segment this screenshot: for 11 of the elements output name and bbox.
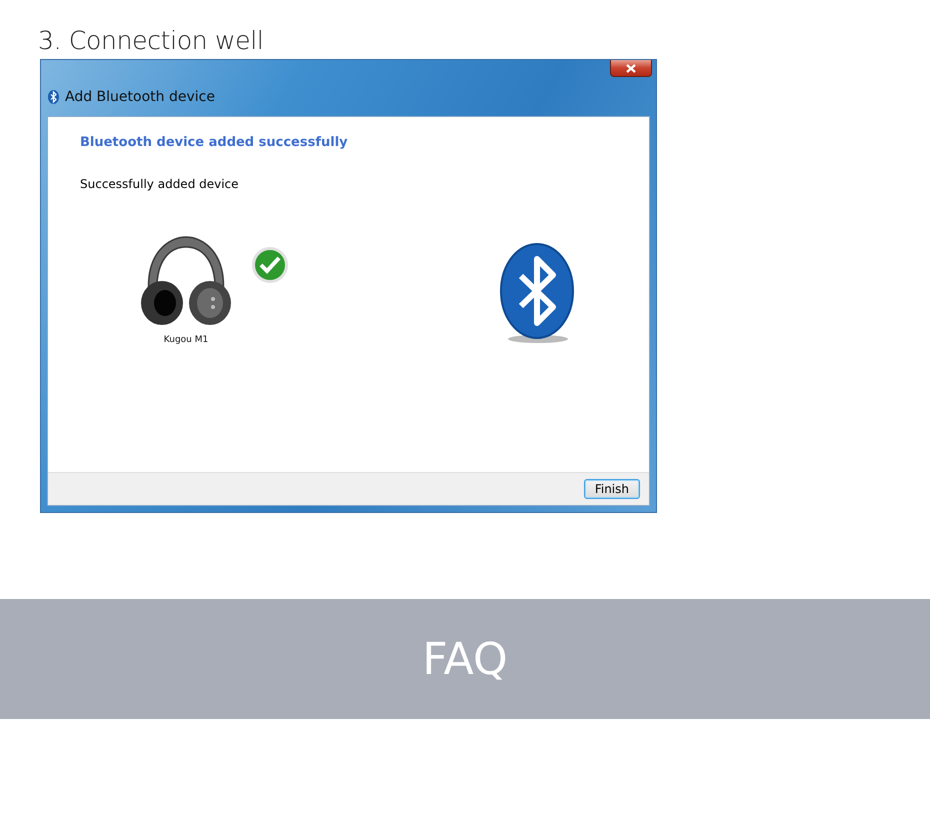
bluetooth-logo-icon [499, 243, 577, 345]
device-name: Kugou M1 [164, 335, 208, 345]
banner-title: FAQ [422, 634, 508, 684]
status-heading: Bluetooth device added successfully [80, 135, 349, 150]
finish-button[interactable]: Finish [584, 479, 640, 499]
bluetooth-icon [48, 90, 59, 104]
close-button[interactable] [610, 60, 652, 77]
window-title: Add Bluetooth device [65, 89, 215, 105]
status-message: Successfully added device [80, 177, 240, 191]
section-heading: 3. Connection well [38, 26, 265, 55]
close-icon [626, 64, 636, 72]
